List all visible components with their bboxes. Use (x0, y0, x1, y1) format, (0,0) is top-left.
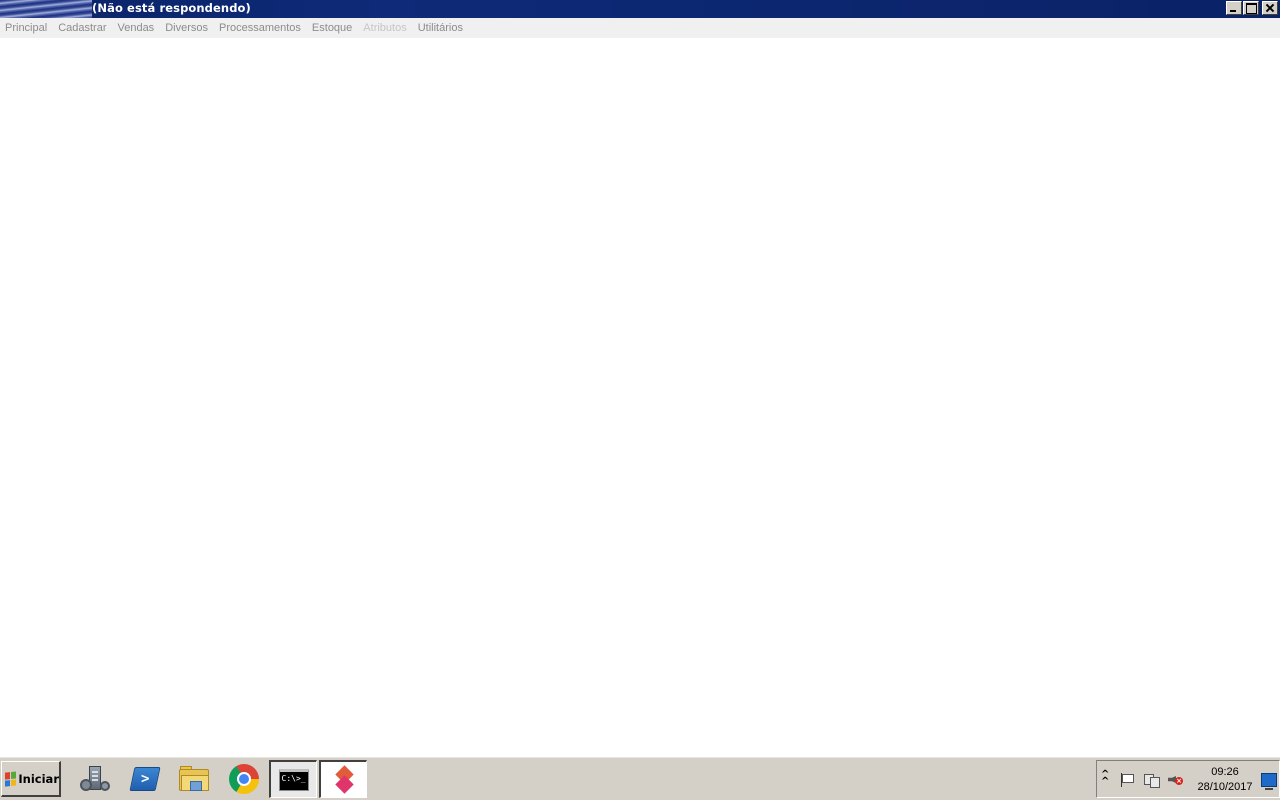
menu-cadastrar[interactable]: Cadastrar (53, 18, 112, 38)
system-tray: ^ ^ × 09:26 28/10/2017 (1096, 760, 1280, 798)
app-icon (333, 764, 355, 794)
taskbar-server-manager[interactable] (71, 760, 119, 798)
menu-diversos[interactable]: Diversos (160, 18, 214, 38)
clock[interactable]: 09:26 28/10/2017 (1193, 765, 1257, 795)
taskbar: Iniciar > C:\>_ ^ ^ × 09:26 28/10/2017 (0, 756, 1280, 800)
taskbar-powershell[interactable]: > (121, 760, 169, 798)
menu-vendas[interactable]: Vendas (112, 18, 160, 38)
command-prompt-icon: C:\>_ (278, 768, 309, 791)
close-button[interactable] (1262, 1, 1278, 15)
window-controls (1226, 1, 1278, 15)
start-button[interactable]: Iniciar (1, 761, 61, 797)
action-center-flag-icon[interactable] (1119, 773, 1135, 787)
menu-estoque[interactable]: Estoque (307, 18, 358, 38)
volume-muted-icon[interactable]: × (1167, 773, 1183, 787)
menu-principal[interactable]: Principal (0, 18, 53, 38)
clock-time: 09:26 (1211, 766, 1239, 778)
maximize-button[interactable] (1243, 1, 1259, 15)
menu-bar: Principal Cadastrar Vendas Diversos Proc… (0, 18, 1280, 38)
chrome-icon (229, 764, 259, 794)
window-titlebar[interactable]: (Não está respondendo) (0, 0, 1280, 18)
show-desktop-icon[interactable] (1261, 773, 1277, 790)
server-manager-icon (80, 764, 110, 794)
window-client-area (0, 38, 1280, 756)
windows-logo-icon (5, 770, 17, 787)
show-hidden-icons-icon[interactable]: ^ ^ (1101, 770, 1111, 787)
menu-atributos: Atributos (363, 22, 407, 34)
window-title: (Não está respondendo) (92, 1, 251, 15)
network-icon[interactable] (1143, 773, 1160, 788)
taskbar-app[interactable] (319, 760, 367, 798)
menu-utilitarios[interactable]: Utilitários (413, 18, 469, 38)
taskbar-command-prompt[interactable]: C:\>_ (269, 760, 317, 798)
file-explorer-icon (178, 765, 210, 793)
title-glitch-artifact (0, 0, 92, 18)
clock-date: 28/10/2017 (1197, 781, 1253, 793)
start-label: Iniciar (18, 771, 59, 786)
powershell-icon: > (129, 767, 161, 791)
taskbar-file-explorer[interactable] (170, 760, 218, 798)
minimize-button[interactable] (1226, 1, 1242, 15)
menu-processamentos[interactable]: Processamentos (214, 18, 307, 38)
taskbar-chrome[interactable] (220, 760, 268, 798)
